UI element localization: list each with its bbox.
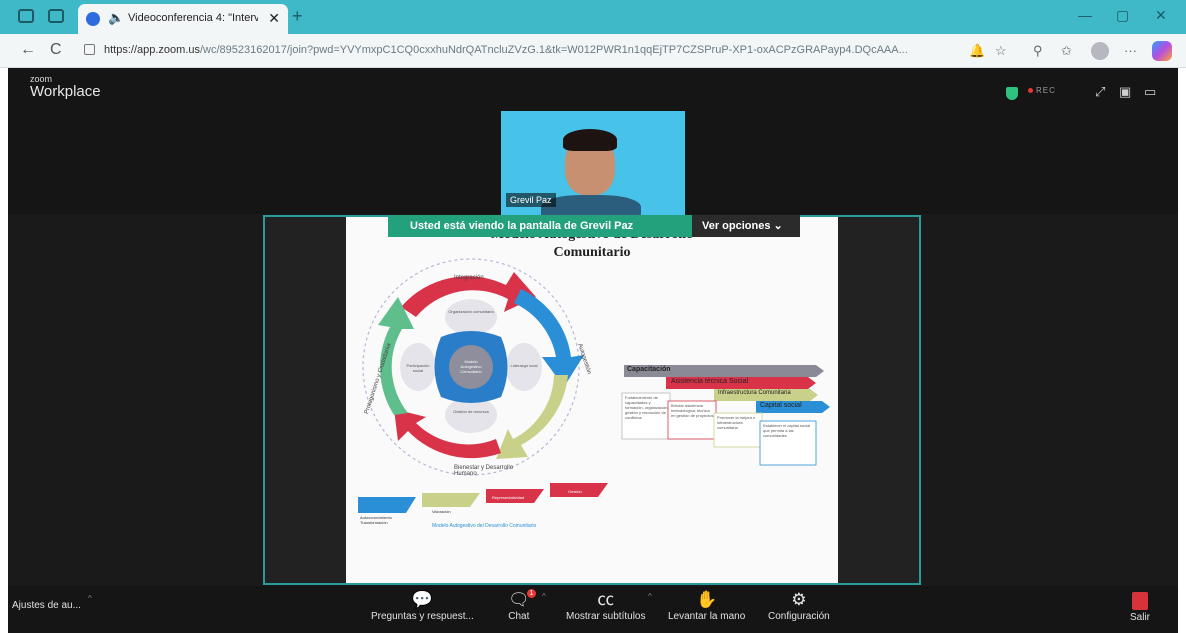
- legend-flag-1: [358, 497, 416, 513]
- back-button[interactable]: ←: [20, 41, 36, 59]
- audio-caret-icon[interactable]: ^: [88, 594, 92, 603]
- encryption-shield-icon[interactable]: [1006, 87, 1018, 100]
- shared-slide: Modelo Autogestivo de Desarrollo Comunit…: [346, 217, 838, 583]
- favorites-icon[interactable]: ✩: [1061, 43, 1072, 59]
- ladder-box-text-3: Promover la mejora e infraestructura com…: [717, 415, 756, 430]
- tab-title: Videoconferencia 4: "Interve: [128, 12, 258, 24]
- cycle-label-bottom: Bienestar y Desarrollo Humano: [454, 465, 514, 477]
- settings-label: Configuración: [768, 611, 830, 622]
- legend-caption: Modelo Autogestivo del Desarrollo Comuni…: [432, 523, 537, 529]
- rec-label: REC: [1036, 86, 1056, 95]
- url-host: https://app.zoom.us: [104, 44, 200, 56]
- chat-label: Chat: [508, 611, 530, 622]
- ladder-label-2: Asistencia técnica Social: [671, 378, 749, 385]
- profile-avatar[interactable]: [1091, 42, 1109, 60]
- legend-flag-2: [422, 493, 480, 507]
- leave-icon: [1132, 592, 1148, 610]
- chat-button[interactable]: 🗨 1 Chat: [508, 589, 536, 622]
- ladder-label-4: Capital social: [760, 402, 802, 409]
- center-label: Modelo Autogestivo Comunitario: [460, 359, 482, 374]
- participant-body: [541, 195, 641, 215]
- browser-title-bar: 🔈 Videoconferencia 4: "Interve ✕ + — ▢ ✕: [0, 0, 1186, 34]
- participant-video[interactable]: Grevil Paz: [501, 111, 685, 215]
- address-bar-row: ← C https://app.zoom.us/wc/89523162017/j…: [0, 34, 1186, 68]
- extension-icon[interactable]: ⚲: [1033, 43, 1043, 59]
- view-options-button[interactable]: Ver opciones ⌄: [692, 215, 800, 237]
- captions-label: Mostrar subtítulos: [566, 611, 646, 622]
- ladder-label-3: Infraestructura Comunitaria: [718, 390, 791, 396]
- zoom-meeting-window: zoom Workplace REC ⤢ ▣ ▭ Grevil Paz Mode…: [8, 68, 1178, 633]
- chat-badge: 1: [527, 589, 536, 598]
- zoom-favicon-icon: [86, 12, 100, 26]
- cycle-label-top: Integración: [454, 275, 484, 281]
- legend-label-2: Valoración: [432, 509, 451, 514]
- copilot-icon[interactable]: [1152, 41, 1172, 61]
- notification-icon[interactable]: 🔔: [969, 43, 985, 59]
- raise-hand-label: Levantar la mano: [668, 611, 746, 622]
- screen-share-banner: Usted está viendo la pantalla de Grevil …: [388, 215, 692, 237]
- petal-text-2: Gestión de recursos: [453, 409, 489, 414]
- audio-settings-button[interactable]: Ajustes de au...: [12, 600, 81, 611]
- slide-diagram: [358, 258, 830, 513]
- ladder-box-text-4: Establecer el capital social que permita…: [763, 423, 811, 438]
- tab-audio-icon[interactable]: 🔈: [108, 10, 124, 26]
- raise-hand-button[interactable]: ✋ Levantar la mano: [668, 589, 745, 622]
- site-info-icon[interactable]: [84, 44, 95, 55]
- reload-button[interactable]: C: [50, 41, 62, 59]
- captions-icon: ㏄: [597, 590, 615, 609]
- settings-button[interactable]: ⚙ Configuración: [768, 589, 830, 622]
- close-window-button[interactable]: ✕: [1155, 7, 1167, 24]
- qa-icon: 💬: [411, 590, 433, 609]
- hand-icon: ✋: [696, 590, 718, 609]
- more-menu-button[interactable]: ···: [1124, 43, 1137, 58]
- favorite-star-icon[interactable]: ☆: [995, 43, 1007, 59]
- petal-text-3: Participación social: [406, 363, 430, 373]
- participant-hair: [563, 129, 617, 151]
- leave-button[interactable]: Salir: [1130, 592, 1150, 623]
- tab-actions-icon[interactable]: [48, 9, 64, 23]
- qa-label: Preguntas y respuest...: [371, 611, 474, 622]
- fullscreen-icon[interactable]: ⤢: [1095, 84, 1105, 100]
- chat-caret-icon[interactable]: ^: [542, 592, 546, 601]
- legend-label-4: Gestión: [568, 489, 582, 494]
- leave-label: Salir: [1130, 612, 1151, 623]
- gear-icon: ⚙: [791, 590, 807, 609]
- petal-text-4: Liderazgo local: [510, 363, 538, 368]
- ladder-box-text-2: Brindar asistencia metodológica, técnica…: [671, 403, 714, 418]
- recording-indicator: REC: [1028, 86, 1056, 95]
- ladder-label-1: Capacitación: [627, 366, 671, 373]
- layout-icon[interactable]: ▭: [1144, 84, 1156, 100]
- url-field[interactable]: https://app.zoom.us/wc/89523162017/join?…: [104, 44, 964, 56]
- participant-name: Grevil Paz: [506, 193, 556, 207]
- maximize-button[interactable]: ▢: [1116, 7, 1129, 24]
- tab-close-icon[interactable]: ✕: [268, 10, 280, 27]
- new-tab-button[interactable]: +: [292, 6, 303, 27]
- legend-label-3: Representatividad: [492, 495, 525, 500]
- minimize-button[interactable]: —: [1078, 7, 1092, 23]
- legend-label-1: Autoconocimiento Transformación: [360, 515, 392, 525]
- captions-button[interactable]: ㏄ Mostrar subtítulos: [566, 589, 645, 622]
- qa-button[interactable]: 💬 Preguntas y respuest...: [371, 589, 474, 622]
- browser-tab-active[interactable]: 🔈 Videoconferencia 4: "Interve ✕: [78, 4, 288, 34]
- zoom-brand: Workplace: [30, 83, 101, 100]
- meeting-toolbar: Ajustes de au... ^ 💬 Preguntas y respues…: [8, 586, 1178, 633]
- view-icon[interactable]: ▣: [1119, 84, 1131, 100]
- petal-text-1: Organización comunitaria: [448, 309, 494, 314]
- workspaces-icon[interactable]: [18, 9, 34, 23]
- url-path: /wc/89523162017/join?pwd=YVYmxpC1CQ0cxxh…: [200, 44, 908, 56]
- petal-top: [445, 299, 497, 335]
- shared-screen[interactable]: Modelo Autogestivo de Desarrollo Comunit…: [263, 215, 921, 585]
- captions-caret-icon[interactable]: ^: [648, 592, 652, 601]
- ladder-box-text-1: Fortalecimiento de capacidades y formaci…: [625, 395, 669, 420]
- rec-dot-icon: [1028, 88, 1033, 93]
